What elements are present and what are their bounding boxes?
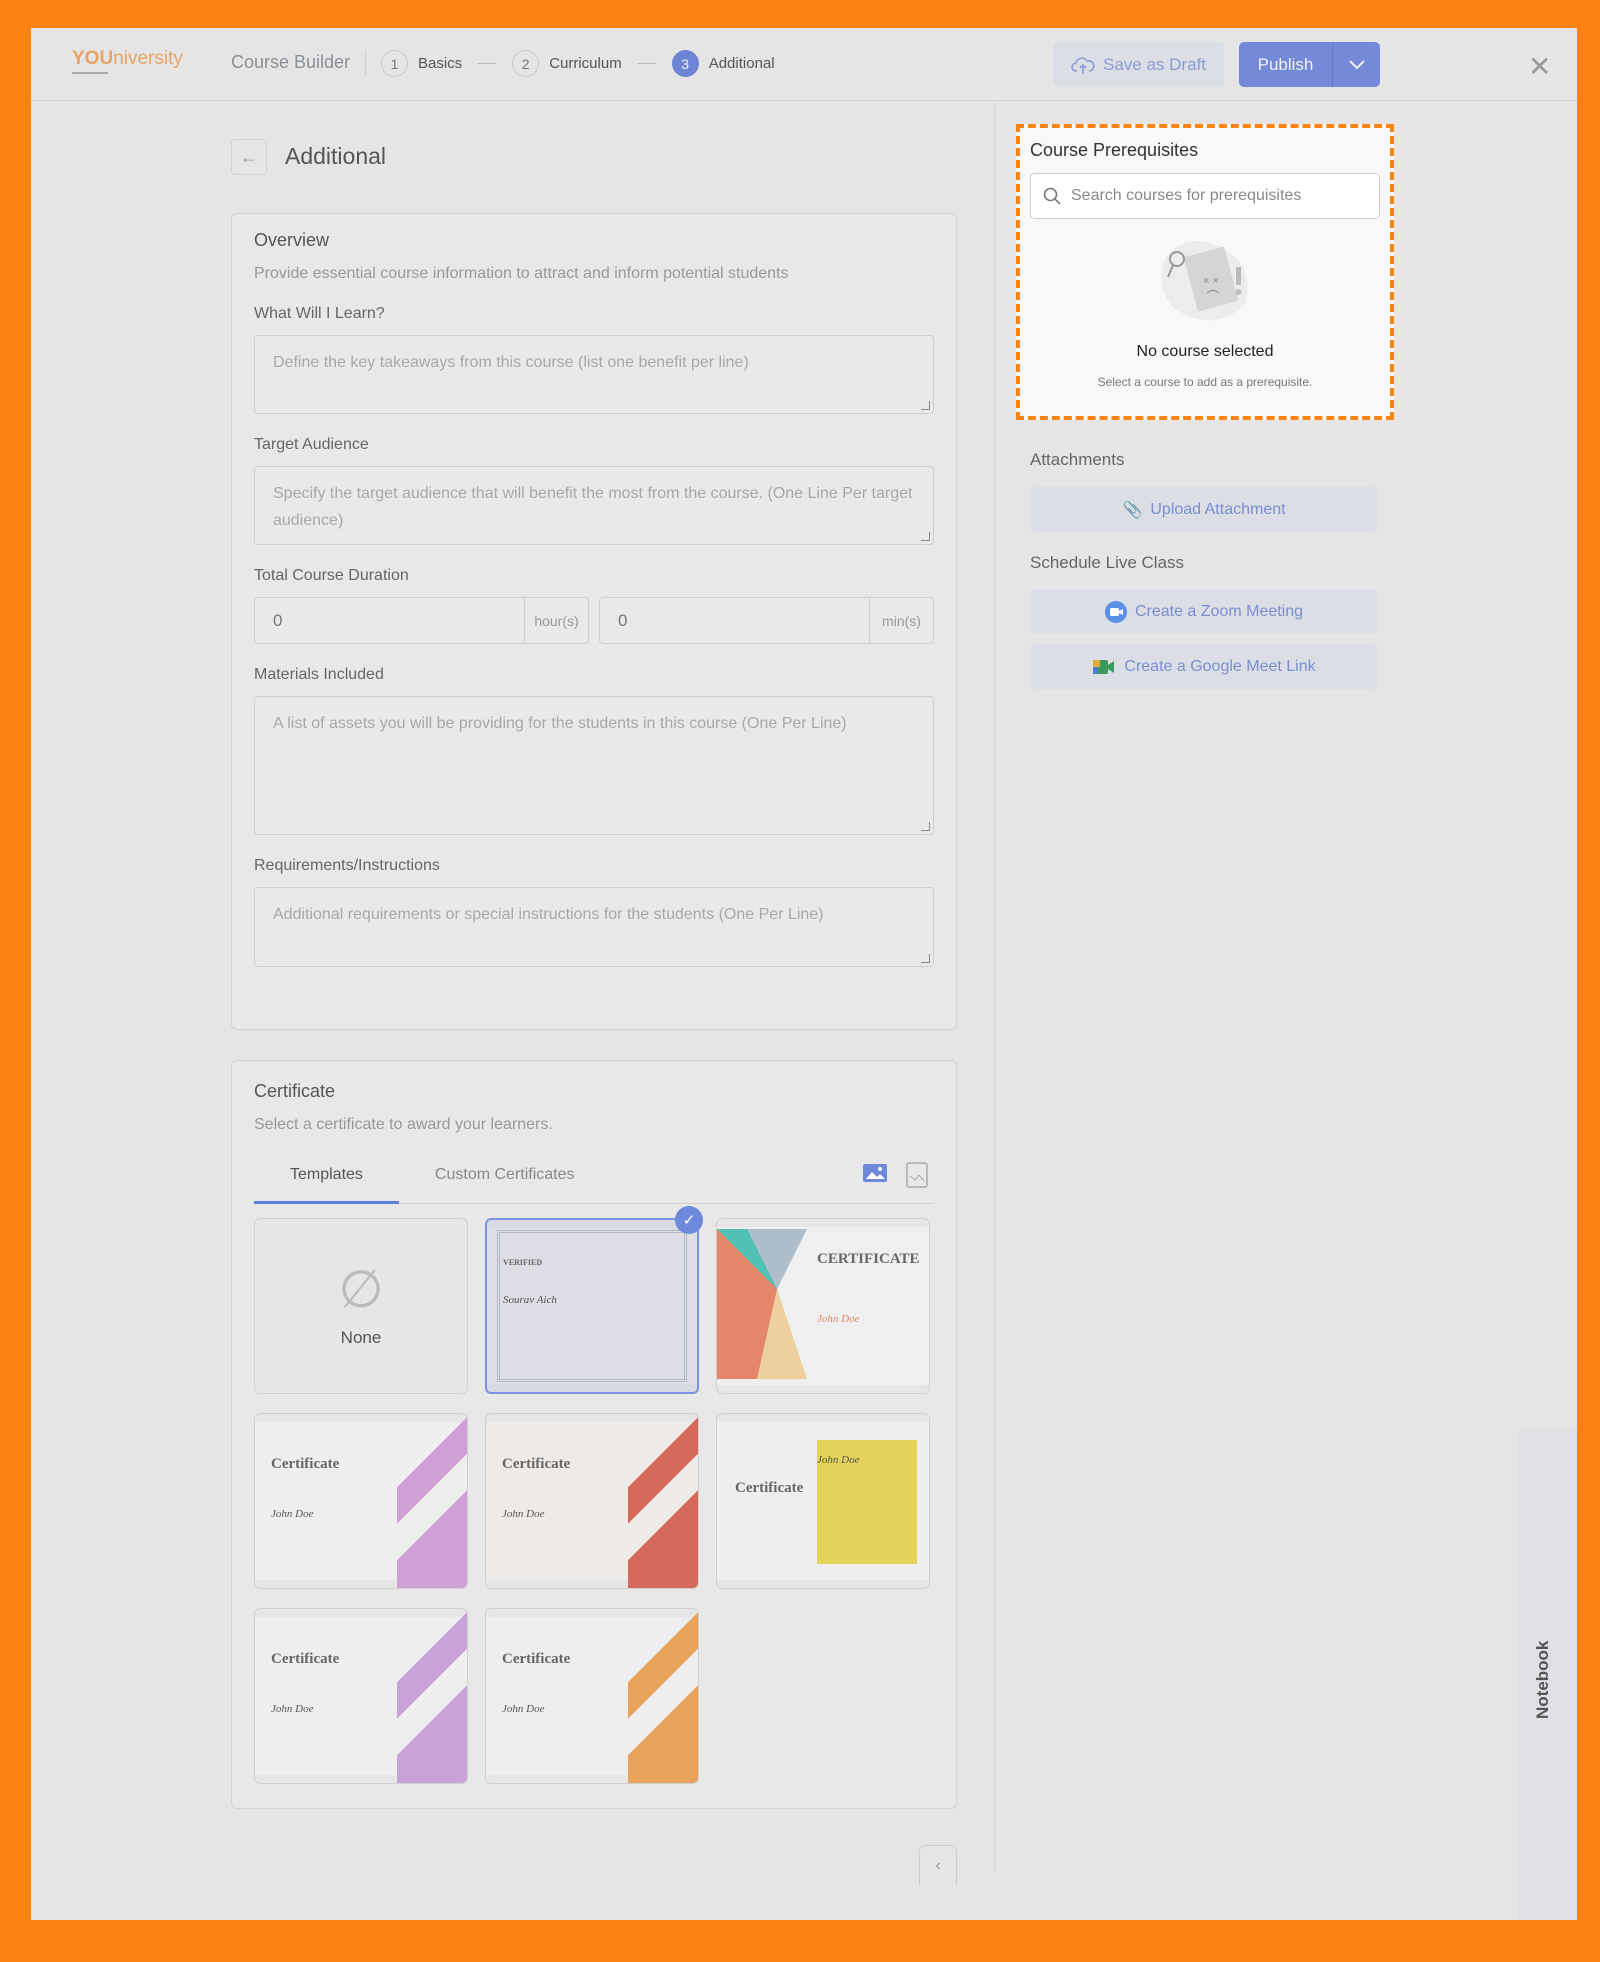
upload-attachment-label: Upload Attachment <box>1150 500 1286 518</box>
collapse-button[interactable]: ‹ <box>919 1845 957 1885</box>
create-google-meet-label: Create a Google Meet Link <box>1124 657 1316 675</box>
step-1-number[interactable]: 1 <box>381 50 408 77</box>
materials-textarea[interactable]: A list of assets you will be providing f… <box>254 696 934 835</box>
create-google-meet-button[interactable]: Create a Google Meet Link <box>1030 644 1378 689</box>
publish-button[interactable]: Publish <box>1239 42 1333 87</box>
audience-label: Target Audience <box>254 436 369 453</box>
duration-label: Total Course Duration <box>254 567 409 584</box>
materials-label: Materials Included <box>254 666 384 683</box>
template-recipient: John Doe <box>502 1703 545 1715</box>
hours-input[interactable]: 0 hour(s) <box>254 597 589 644</box>
arrow-left-icon: ← <box>240 146 258 167</box>
none-label: None <box>340 1328 382 1347</box>
template-recipient: John Doe <box>817 1313 860 1325</box>
certificate-template[interactable]: Certificate John Doe <box>716 1413 930 1589</box>
overview-description: Provide essential course information to … <box>254 265 789 282</box>
requirements-label: Requirements/Instructions <box>254 857 440 874</box>
minutes-unit: min(s) <box>869 598 933 643</box>
notebook-label: Notebook <box>1533 1640 1552 1719</box>
create-zoom-button[interactable]: Create a Zoom Meeting <box>1030 589 1378 634</box>
template-title: VERIFIED <box>503 1258 543 1267</box>
certificate-description: Select a certificate to award your learn… <box>254 1116 553 1133</box>
step-basics[interactable]: Basics <box>418 55 462 72</box>
certificate-template[interactable]: CERTIFICATE John Doe <box>716 1218 930 1394</box>
search-icon <box>1043 187 1061 205</box>
publish-options-dropdown[interactable] <box>1333 42 1380 87</box>
minutes-input[interactable]: 0 min(s) <box>599 597 934 644</box>
portrait-orientation-icon[interactable] <box>906 1162 928 1188</box>
empty-state-subtitle: Select a course to add as a prerequisite… <box>1097 375 1313 389</box>
certificate-title: Certificate <box>254 1081 336 1101</box>
prerequisites-search-input[interactable]: Search courses for prerequisites <box>1030 173 1380 219</box>
template-recipient: John Doe <box>271 1703 314 1715</box>
landscape-orientation-icon[interactable] <box>862 1162 888 1184</box>
template-recipient: John Doe <box>271 1508 314 1520</box>
selected-check-icon: ✓ <box>675 1206 703 1234</box>
cloud-upload-icon <box>1071 56 1095 74</box>
chevron-down-icon <box>1348 59 1365 69</box>
close-icon[interactable]: ✕ <box>1528 50 1551 83</box>
prerequisites-title: Course Prerequisites <box>1030 140 1199 160</box>
paperclip-icon: 📎 <box>1122 501 1143 519</box>
step-3-number[interactable]: 3 <box>671 50 699 77</box>
template-title: Certificate <box>271 1456 340 1472</box>
certificate-template[interactable]: Certificate John Doe <box>254 1413 468 1589</box>
empty-state-title: No course selected <box>1136 343 1274 360</box>
step-2-number[interactable]: 2 <box>512 50 540 77</box>
template-recipient: Sourav Aich <box>503 1294 557 1306</box>
learn-label: What Will I Learn? <box>254 305 385 322</box>
overview-card: Overview Provide essential course inform… <box>231 213 957 1030</box>
certificate-template[interactable]: Certificate John Doe <box>485 1413 699 1589</box>
back-button[interactable]: ← <box>231 139 267 175</box>
google-meet-icon <box>1093 659 1115 674</box>
page-title: Additional <box>285 143 387 169</box>
template-recipient: John Doe <box>502 1508 545 1520</box>
logo: YOUniversity <box>72 48 183 76</box>
overview-title: Overview <box>254 230 330 250</box>
template-title: Certificate <box>502 1651 571 1667</box>
app-title: Course Builder <box>231 52 351 72</box>
tab-custom-certificates[interactable]: Custom Certificates <box>399 1166 611 1203</box>
audience-textarea[interactable]: Specify the target audience that will be… <box>254 466 934 545</box>
notebook-tab[interactable]: Notebook <box>1518 1429 1577 1920</box>
hours-unit: hour(s) <box>524 598 588 643</box>
certificate-template[interactable]: Certificate John Doe <box>485 1608 699 1784</box>
requirements-textarea[interactable]: Additional requirements or special instr… <box>254 887 934 967</box>
template-title: Certificate <box>735 1480 804 1496</box>
attachments-title: Attachments <box>1030 450 1125 469</box>
none-icon: ∅ <box>338 1261 384 1319</box>
tab-templates[interactable]: Templates <box>254 1166 399 1204</box>
svg-text:× ×: × × <box>1203 275 1219 287</box>
template-recipient: John Doe <box>817 1454 860 1466</box>
certificate-template[interactable]: Certificate John Doe <box>254 1608 468 1784</box>
upload-attachment-button[interactable]: 📎 Upload Attachment <box>1030 487 1378 532</box>
save-draft-label: Save as Draft <box>1103 54 1206 74</box>
certificate-template[interactable]: VERIFIED Sourav Aich ✓ <box>485 1206 703 1394</box>
zoom-icon <box>1104 600 1127 623</box>
template-title: CERTIFICATE <box>817 1251 920 1267</box>
chevron-left-icon: ‹ <box>935 1856 941 1874</box>
save-draft-button[interactable]: Save as Draft <box>1053 42 1224 87</box>
course-builder-window: YOUniversity Course Builder 1 Basics 2 Cur… <box>31 28 1577 1920</box>
schedule-live-title: Schedule Live Class <box>1030 553 1185 572</box>
certificate-card: Certificate Select a certificate to awar… <box>231 1060 957 1809</box>
stepper: 1 Basics 2 Curriculum 3 Additional <box>381 50 775 77</box>
publish-button-group: Publish <box>1239 42 1380 87</box>
template-title: Certificate <box>271 1651 340 1667</box>
course-prerequisites-panel: Course Prerequisites Search courses for … <box>1016 124 1394 420</box>
minutes-value: 0 <box>618 610 628 630</box>
step-curriculum[interactable]: Curriculum <box>549 55 622 72</box>
learn-textarea[interactable]: Define the key takeaways from this cours… <box>254 335 934 414</box>
template-title: Certificate <box>502 1456 571 1472</box>
hours-value: 0 <box>273 610 283 630</box>
template-none[interactable]: ∅ None <box>254 1218 468 1394</box>
step-additional[interactable]: Additional <box>709 55 775 72</box>
empty-state-illustration: × × <box>1045 229 1365 329</box>
header: YOUniversity Course Builder 1 Basics 2 Cur… <box>31 28 1577 101</box>
search-placeholder: Search courses for prerequisites <box>1071 187 1302 204</box>
create-zoom-label: Create a Zoom Meeting <box>1134 602 1304 620</box>
